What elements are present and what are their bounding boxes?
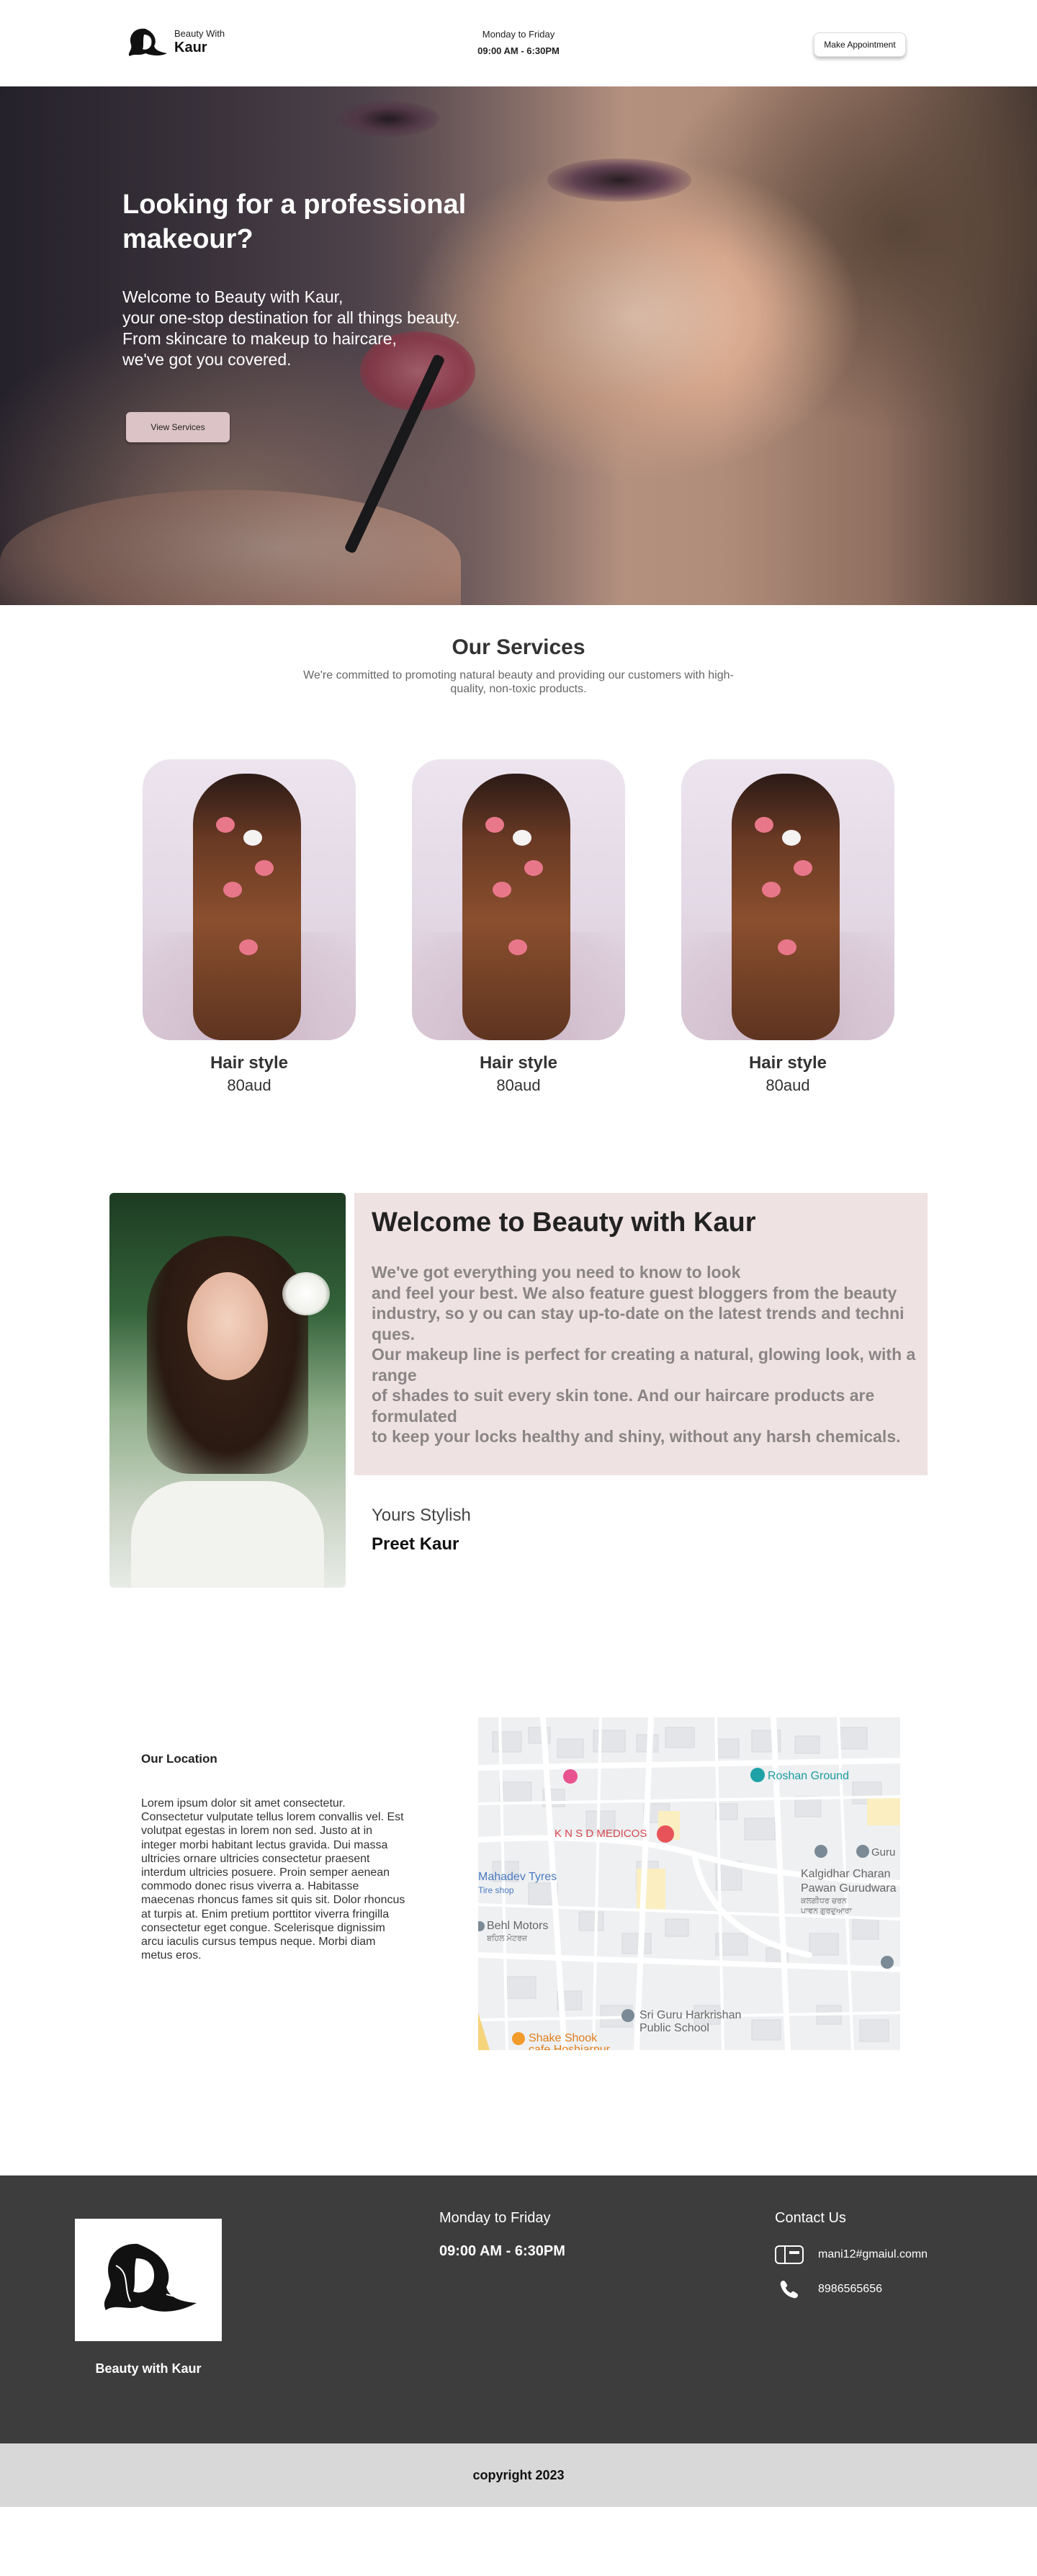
header-hours-time: 09:00 AM - 6:30PM: [477, 45, 560, 56]
map-label: Shake Shook: [529, 2032, 598, 2044]
map-label: Tire shop: [478, 1885, 514, 1895]
map-canvas[interactable]: Roshan Ground K N S D MEDICOS Mahadev Ty…: [478, 1717, 900, 2050]
service-card-title: Hair style: [479, 1053, 558, 1073]
service-card-image: [412, 759, 625, 1040]
mail-card-icon: [775, 2245, 804, 2265]
services-description: We're committed to promoting natural bea…: [303, 669, 734, 695]
stylist-name: Preet Kaur: [372, 1534, 459, 1554]
welcome-line: to keep your locks healthy and shiny, wi…: [372, 1427, 901, 1446]
header-hours: Monday to Friday 09:00 AM - 6:30PM: [446, 29, 591, 56]
service-card[interactable]: Hair style 80aud: [143, 759, 356, 1095]
map-label: Guru: [871, 1846, 895, 1859]
hero-subtitle: Welcome to Beauty with Kaur, your one-st…: [122, 287, 583, 370]
hero-subtitle-line: Welcome to Beauty with Kaur,: [122, 287, 344, 306]
footer-email[interactable]: mani12#gmaiul.comn: [818, 2248, 928, 2261]
map-label: Mahadev Tyres: [478, 1871, 557, 1883]
service-card-title: Hair style: [748, 1053, 827, 1073]
stylist-portrait: [109, 1193, 346, 1588]
services-title: Our Services: [452, 635, 585, 659]
welcome-line: of shades to suit every skin tone. And o…: [372, 1386, 875, 1405]
map-label: cafe Hoshiarpur: [529, 2044, 611, 2050]
hero-subtitle-line: we've got you covered.: [122, 350, 292, 369]
service-card-price: 80aud: [227, 1076, 271, 1094]
map-label: K N S D MEDICOS: [555, 1828, 647, 1840]
footer-phone-row[interactable]: 8986565656: [775, 2279, 882, 2299]
view-services-button[interactable]: View Services: [126, 412, 230, 442]
map-label: Kalgidhar Charan: [801, 1868, 891, 1880]
map-label: Public School: [639, 2022, 709, 2034]
location-text: Lorem ipsum dolor sit amet consectetur. …: [141, 1797, 405, 1962]
brand-logo[interactable]: Beauty With Kaur: [124, 24, 225, 59]
footer-email-row[interactable]: mani12#gmaiul.comn: [775, 2245, 928, 2265]
welcome-line: range: [372, 1365, 417, 1385]
service-card-price: 80aud: [496, 1076, 541, 1094]
footer-brand: Beauty with Kaur: [95, 2361, 202, 2376]
footer-contact-title: Contact Us: [775, 2210, 846, 2226]
welcome-line: ques.: [372, 1324, 416, 1343]
welcome-box: Welcome to Beauty with Kaur We've got ev…: [354, 1193, 928, 1475]
footer-logo[interactable]: [75, 2219, 222, 2341]
site-header: Beauty With Kaur Monday to Friday 09:00 …: [0, 0, 1037, 86]
welcome-line: formulated: [372, 1406, 457, 1426]
hero-title: Looking for a professional makeour?: [122, 189, 467, 254]
hero-subtitle-line: From skincare to makeup to haircare,: [122, 329, 397, 348]
welcome-title: Welcome to Beauty with Kaur: [372, 1207, 756, 1238]
map-label: ਪਾਵਨ ਗੁਰਦੁਆਰਾ: [800, 1907, 853, 1915]
logo-big-text: Kaur: [174, 39, 207, 55]
service-card[interactable]: Hair style 80aud: [681, 759, 894, 1095]
map-label: Roshan Ground: [768, 1770, 849, 1782]
map-label: Sri Guru Harkrishan: [639, 2009, 741, 2021]
service-card-title: Hair style: [210, 1053, 289, 1073]
welcome-line: and feel your best. We also feature gues…: [372, 1283, 897, 1302]
map-label: Pawan Gurudwara: [801, 1882, 897, 1895]
welcome-text: We've got everything you need to know to…: [372, 1262, 926, 1447]
location-title: Our Location: [141, 1752, 217, 1766]
service-card[interactable]: Hair style 80aud: [412, 759, 625, 1095]
service-card-price: 80aud: [766, 1076, 810, 1094]
footer-hours-time: 09:00 AM - 6:30PM: [439, 2243, 565, 2259]
phone-icon: [775, 2279, 804, 2299]
stylist-label: Yours Stylish: [372, 1506, 471, 1525]
welcome-line: Our makeup line is perfect for creating …: [372, 1345, 916, 1364]
woman-profile-logo-icon: [128, 28, 167, 56]
site-footer: Beauty with Kaur Monday to Friday 09:00 …: [0, 2175, 1037, 2443]
hero-banner: Looking for a professional makeour? Welc…: [0, 86, 1037, 605]
service-card-image: [143, 759, 356, 1040]
map-label: ਬਹਿਲ ਮੋਟਰਜ਼: [486, 1933, 528, 1943]
make-appointment-button[interactable]: Make Appointment: [814, 32, 906, 57]
woman-profile-logo-icon: [104, 2243, 197, 2312]
header-hours-days: Monday to Friday: [482, 29, 555, 40]
welcome-line: We've got everything you need to know to…: [372, 1263, 741, 1282]
welcome-line: industry, so y ou can stay up-to-date on…: [372, 1304, 904, 1323]
footer-hours-days: Monday to Friday: [439, 2210, 551, 2226]
copyright-bar: copyright 2023: [0, 2443, 1037, 2507]
footer-phone[interactable]: 8986565656: [818, 2283, 882, 2296]
location-map[interactable]: Roshan Ground K N S D MEDICOS Mahadev Ty…: [478, 1717, 900, 2050]
service-card-image: [681, 759, 894, 1040]
map-label: ਕਲਗੀਧਰ ਚਰਨ: [800, 1896, 848, 1905]
hero-subtitle-line: your one-stop destination for all things…: [122, 308, 460, 327]
logo-small-text: Beauty With: [174, 27, 225, 39]
map-label: Behl Motors: [487, 1920, 548, 1932]
